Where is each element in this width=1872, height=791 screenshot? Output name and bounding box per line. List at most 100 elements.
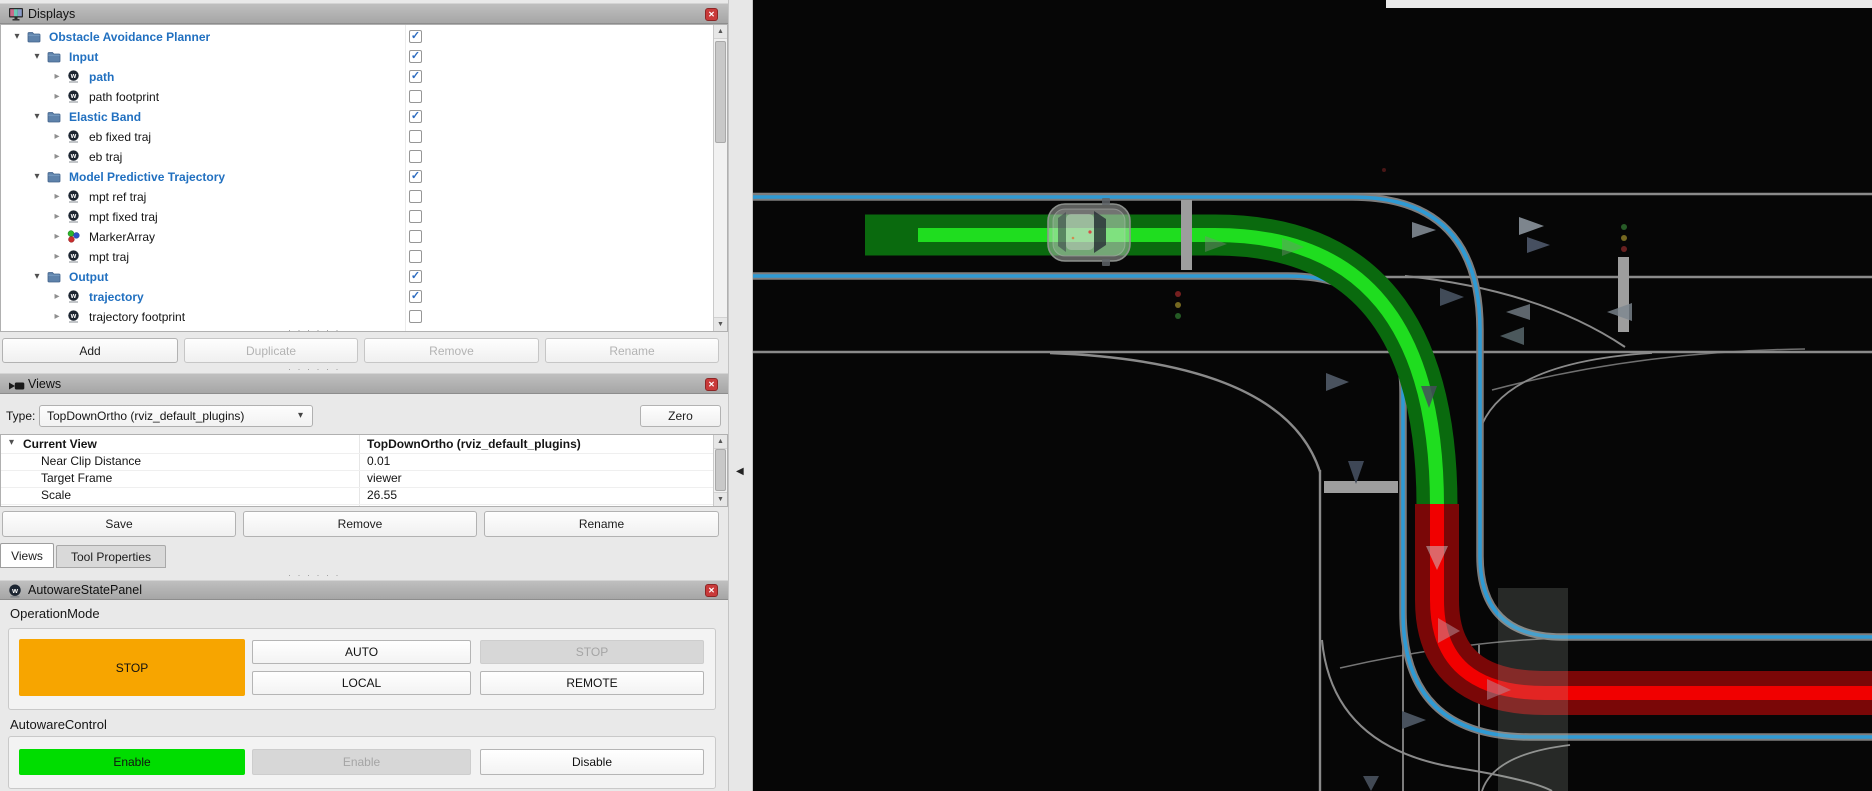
splitter-handle[interactable] — [288, 572, 341, 580]
display-item-checkbox[interactable] — [409, 150, 422, 163]
display-tree-item[interactable]: ▾Model Predictive Trajectory✓ — [1, 167, 727, 187]
expand-arrow-icon[interactable]: ▸ — [51, 190, 63, 203]
view-type-dropdown[interactable]: TopDownOrtho (rviz_default_plugins) — [39, 405, 313, 427]
remote-mode-button[interactable]: REMOTE — [480, 671, 704, 695]
dock-splitter[interactable] — [728, 0, 753, 791]
autoware-logo-icon: w — [8, 584, 22, 603]
display-tree-item[interactable]: ▾Obstacle Avoidance Planner✓ — [1, 27, 727, 47]
close-icon[interactable] — [705, 584, 718, 597]
splitter-handle[interactable] — [288, 327, 341, 335]
property-row[interactable]: Target Frame viewer — [1, 470, 727, 488]
display-tree-item[interactable]: ▾Output✓ — [1, 267, 727, 287]
scroll-up-icon[interactable] — [714, 435, 727, 449]
displays-title-bar[interactable]: Displays — [0, 3, 728, 24]
collapse-dock-icon[interactable] — [736, 466, 744, 477]
expand-arrow-icon[interactable]: ▸ — [51, 250, 63, 263]
save-view-button[interactable]: Save — [2, 511, 236, 537]
display-tree-item[interactable]: ▸wmpt ref traj — [1, 187, 727, 207]
display-item-checkbox[interactable] — [409, 310, 422, 323]
autoware-panel-title-bar[interactable]: w AutowareStatePanel — [0, 580, 728, 600]
type-label: Type: — [6, 409, 35, 423]
remove-view-button[interactable]: Remove — [243, 511, 477, 537]
rename-view-button[interactable]: Rename — [484, 511, 719, 537]
display-tree-item[interactable]: ▸web fixed traj — [1, 127, 727, 147]
expand-arrow-icon[interactable]: ▸ — [51, 310, 63, 323]
folder-icon — [47, 110, 61, 124]
property-row[interactable]: Near Clip Distance 0.01 — [1, 453, 727, 471]
svg-text:w: w — [70, 253, 77, 260]
add-display-button[interactable]: Add — [2, 338, 178, 363]
display-tree-item[interactable]: ▸wtrajectory footprint — [1, 307, 727, 327]
display-tree-item[interactable]: ▾ Elastic Band ✓ — [1, 107, 727, 127]
duplicate-display-button[interactable]: Duplicate — [184, 338, 358, 363]
display-item-checkbox[interactable] — [409, 250, 422, 263]
close-icon[interactable] — [705, 378, 718, 391]
display-tree-item[interactable]: ▸wpath✓ — [1, 67, 727, 87]
scroll-down-icon[interactable] — [714, 317, 727, 331]
collapse-arrow-icon[interactable]: ▾ — [31, 170, 43, 183]
display-item-checkbox[interactable]: ✓ — [409, 110, 422, 123]
remove-display-button[interactable]: Remove — [364, 338, 539, 363]
display-item-checkbox[interactable]: ✓ — [409, 30, 422, 43]
display-item-checkbox[interactable]: ✓ — [409, 170, 422, 183]
display-item-checkbox[interactable] — [409, 230, 422, 243]
tree-scrollbar[interactable] — [713, 25, 727, 331]
tab-views[interactable]: Views — [0, 543, 54, 568]
views-title-bar[interactable]: Views — [0, 373, 728, 394]
collapse-arrow-icon[interactable]: ▾ — [31, 50, 43, 63]
rename-display-button[interactable]: Rename — [545, 338, 719, 363]
expand-arrow-icon[interactable]: ▸ — [51, 130, 63, 143]
3d-viewport[interactable] — [753, 0, 1872, 791]
enable-control-button[interactable]: Enable — [252, 749, 471, 775]
expand-arrow-icon[interactable]: ▸ — [51, 230, 63, 243]
tab-tool-properties[interactable]: Tool Properties — [56, 545, 166, 568]
view-properties-grid[interactable]: Current View TopDownOrtho (rviz_default_… — [0, 434, 728, 507]
marker-icon — [67, 230, 81, 244]
collapse-arrow-icon[interactable]: ▾ — [31, 110, 43, 123]
autoware-control-label: AutowareControl — [10, 717, 107, 732]
display-item-checkbox[interactable]: ✓ — [409, 70, 422, 83]
display-item-checkbox[interactable] — [409, 90, 422, 103]
collapse-arrow-icon[interactable]: ▾ — [31, 270, 43, 283]
stop-mode-button[interactable]: STOP — [480, 640, 704, 664]
collapse-arrow-icon[interactable] — [9, 437, 14, 448]
expand-arrow-icon[interactable]: ▸ — [51, 90, 63, 103]
display-tree-item[interactable]: ▸wpath footprint — [1, 87, 727, 107]
display-tree-item[interactable]: ▾Input✓ — [1, 47, 727, 67]
display-tree-item[interactable]: ▸MarkerArray — [1, 227, 727, 247]
expand-arrow-icon[interactable]: ▸ — [51, 70, 63, 83]
display-item-checkbox[interactable]: ✓ — [409, 270, 422, 283]
expand-arrow-icon[interactable]: ▸ — [51, 210, 63, 223]
scrollbar-thumb[interactable] — [715, 449, 726, 491]
ego-vehicle — [1048, 198, 1130, 266]
display-item-checkbox[interactable] — [409, 190, 422, 203]
property-name: Near Clip Distance — [41, 454, 141, 468]
display-tree-item[interactable]: ▸wtrajectory✓ — [1, 287, 727, 307]
local-mode-button[interactable]: LOCAL — [252, 671, 471, 695]
close-icon[interactable] — [705, 8, 718, 21]
disable-control-button[interactable]: Disable — [480, 749, 704, 775]
scroll-down-icon[interactable] — [714, 492, 727, 506]
scroll-up-icon[interactable] — [714, 25, 727, 39]
displays-tree[interactable]: ▾Obstacle Avoidance Planner✓▾Input✓▸wpat… — [0, 24, 728, 332]
display-item-checkbox[interactable] — [409, 210, 422, 223]
grid-scrollbar[interactable] — [713, 435, 727, 506]
display-tree-item[interactable]: ▸web traj — [1, 147, 727, 167]
svg-text:w: w — [70, 93, 77, 100]
collapse-arrow-icon[interactable]: ▾ — [11, 30, 23, 43]
folder-icon — [47, 50, 61, 64]
display-item-checkbox[interactable] — [409, 130, 422, 143]
display-item-checkbox[interactable]: ✓ — [409, 50, 422, 63]
expand-arrow-icon[interactable]: ▸ — [51, 290, 63, 303]
scrollbar-thumb[interactable] — [715, 41, 726, 143]
auto-mode-button[interactable]: AUTO — [252, 640, 471, 664]
zero-button[interactable]: Zero — [640, 405, 721, 427]
autoware-icon: w — [67, 70, 81, 84]
display-tree-item[interactable]: ▸wmpt fixed traj — [1, 207, 727, 227]
display-tree-item[interactable]: ▸wmpt traj — [1, 247, 727, 267]
display-item-checkbox[interactable]: ✓ — [409, 290, 422, 303]
property-row[interactable]: Current View TopDownOrtho (rviz_default_… — [1, 436, 727, 454]
expand-arrow-icon[interactable]: ▸ — [51, 150, 63, 163]
display-item-label: Elastic Band — [69, 110, 141, 124]
property-row[interactable]: Scale 26.55 — [1, 487, 727, 505]
